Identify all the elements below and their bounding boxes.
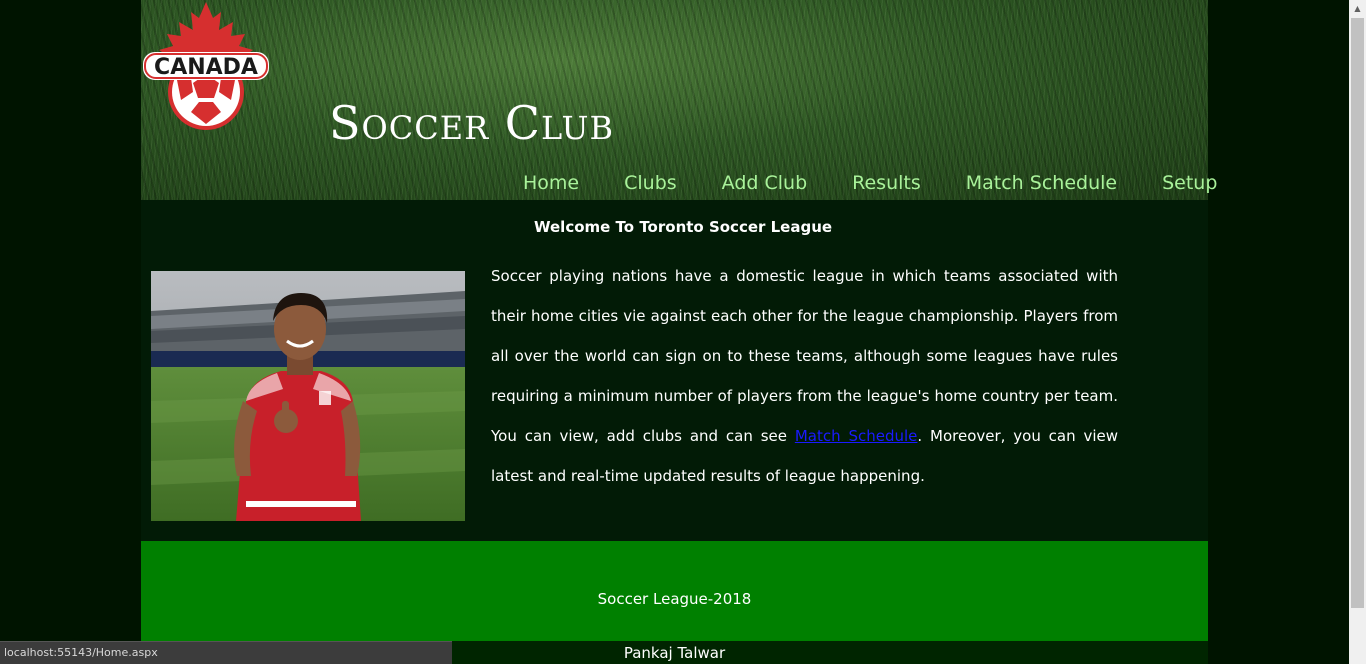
scroll-up-arrow-icon[interactable]: ▲ [1349, 0, 1366, 17]
nav-setup[interactable]: Setup [1162, 172, 1217, 194]
canada-soccer-logo[interactable]: CANADA [141, 0, 271, 130]
nav-clubs[interactable]: Clubs [624, 172, 677, 194]
nav-home[interactable]: Home [523, 172, 579, 194]
page: CANADA Soccer Club Home Clubs Add Club R… [0, 0, 1366, 664]
intro-text-1: Soccer playing nations have a domestic l… [491, 267, 1118, 445]
header-banner: CANADA Soccer Club Home Clubs Add Club R… [141, 0, 1217, 200]
scrollbar-thumb[interactable] [1351, 18, 1364, 608]
intro-paragraph: Soccer playing nations have a domestic l… [491, 256, 1118, 496]
match-schedule-link[interactable]: Match Schedule [795, 427, 918, 445]
svg-text:CANADA: CANADA [154, 55, 258, 80]
welcome-heading: Welcome To Toronto Soccer League [534, 218, 833, 236]
player-photo [151, 271, 465, 521]
site-title: Soccer Club [329, 96, 614, 150]
nav-add-club[interactable]: Add Club [722, 172, 807, 194]
nav-results[interactable]: Results [852, 172, 921, 194]
vertical-scrollbar[interactable]: ▲ [1349, 0, 1366, 664]
site-container: CANADA Soccer Club Home Clubs Add Club R… [141, 0, 1217, 664]
browser-status-url: localhost:55143/Home.aspx [0, 641, 452, 664]
main-nav: Home Clubs Add Club Results Match Schedu… [523, 172, 1217, 194]
footer-title: Soccer League-2018 [597, 590, 752, 608]
nav-match-schedule[interactable]: Match Schedule [966, 172, 1117, 194]
